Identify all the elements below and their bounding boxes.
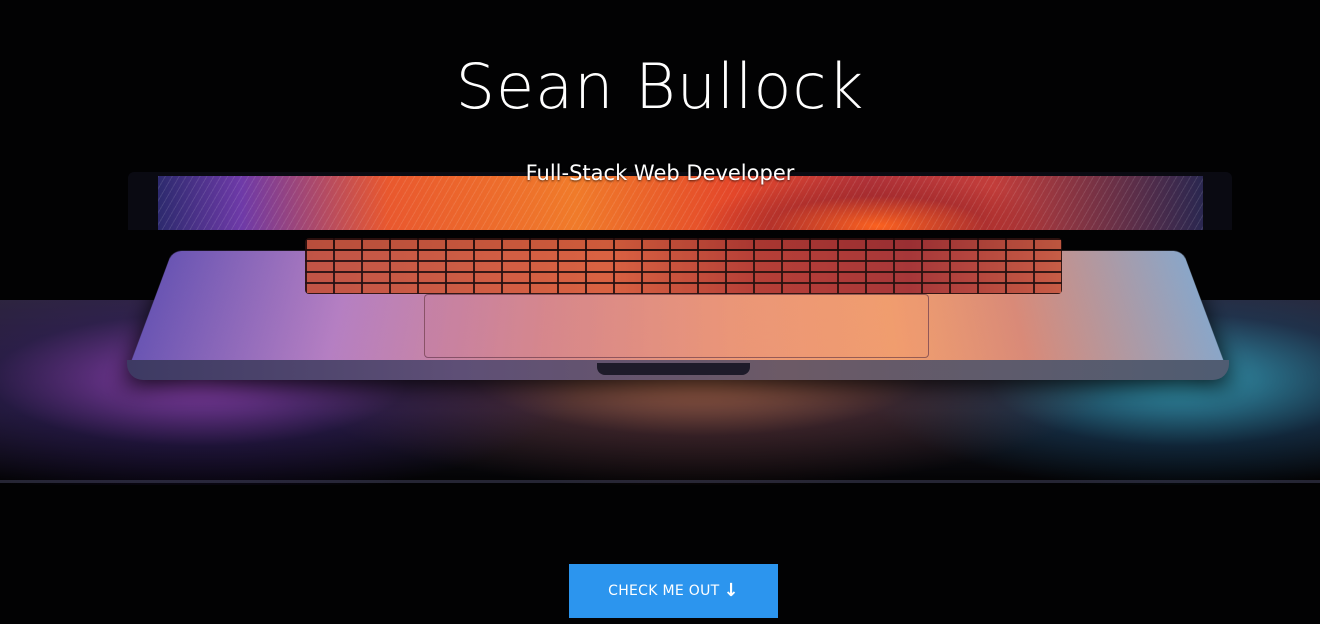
hero-tagline: Full-Stack Web Developer [525, 161, 795, 185]
hero-section: Sean Bullock Full-Stack Web Developer CH… [0, 0, 1320, 624]
hero-name: Sean Bullock [455, 50, 865, 123]
check-me-out-button[interactable]: CHECK ME OUT ↓ [569, 564, 778, 618]
laptop-notch [597, 363, 750, 375]
arrow-down-icon: ↓ [723, 580, 739, 601]
laptop-trackpad [424, 294, 929, 358]
desk-edge [0, 480, 1320, 483]
laptop-keyboard [305, 238, 1062, 294]
check-me-out-label: CHECK ME OUT [608, 583, 720, 599]
